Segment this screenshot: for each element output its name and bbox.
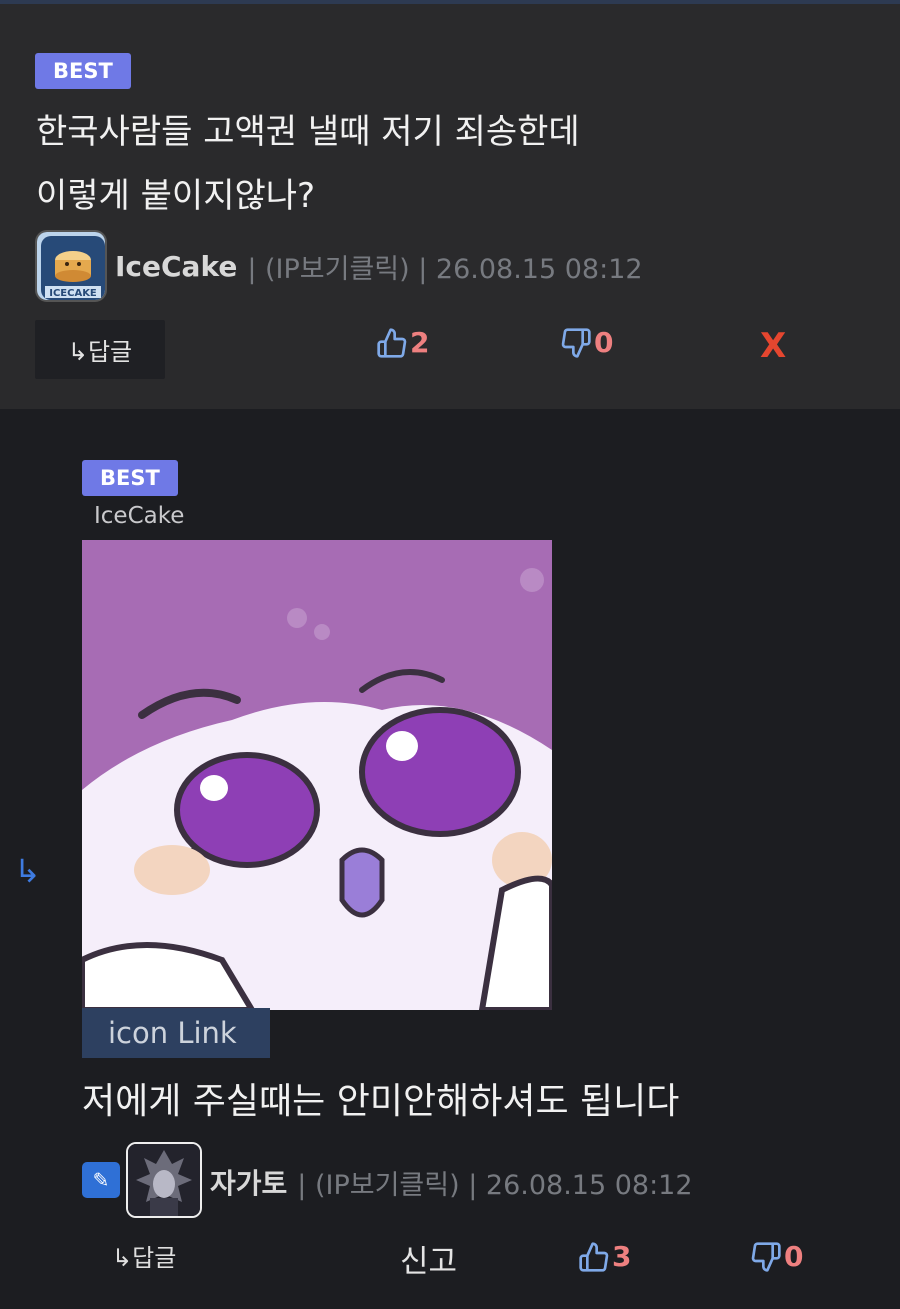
dislike-count: 0 (594, 326, 614, 359)
title-line-2: 이렇게 붙이지않나? (36, 176, 316, 216)
reply-dislike-button[interactable]: 0 (750, 1240, 803, 1273)
report-button[interactable]: 신고 (400, 1236, 457, 1281)
reply-best-badge: BEST (82, 460, 178, 496)
reply-body: 저에게 주실때는 안미안해하셔도 됩니다 (82, 1081, 680, 1122)
icon-link[interactable]: icon Link (82, 1008, 270, 1058)
reply-button[interactable]: ↳답글 (35, 320, 165, 379)
dislike-button[interactable]: 0 (560, 326, 613, 359)
title-line-1: 한국사람들 고액권 낼때 저기 죄송한데 (36, 112, 580, 152)
author-name[interactable]: IceCake (115, 250, 237, 283)
thumbs-up-icon (377, 327, 407, 358)
reply-post-meta: | (IP보기클릭) | 26.08.15 08:12 (297, 1169, 693, 1201)
reply-meta: 자가토 | (IP보기클릭) | 26.08.15 08:12 (210, 1162, 693, 1202)
thumbs-down-icon (561, 327, 591, 358)
thumbs-down-icon (751, 1241, 781, 1272)
reply-dislike-count: 0 (784, 1240, 804, 1273)
edit-pencil-icon[interactable]: ✎ (82, 1162, 120, 1198)
comment-meta: ICECAKE IceCake | (IP보기클릭) | 26.08.15 08… (35, 230, 643, 302)
thumbs-up-icon (579, 1241, 609, 1272)
comment-title: 한국사람들 고액권 낼때 저기 죄송한데 이렇게 붙이지않나? (36, 100, 836, 228)
reply-like-button[interactable]: 3 (578, 1240, 631, 1273)
svg-text:ICECAKE: ICECAKE (49, 288, 97, 299)
reply-to-name: IceCake (94, 503, 185, 529)
reply-author-name[interactable]: 자가토 (210, 1162, 287, 1202)
reply-like-count: 3 (612, 1240, 632, 1273)
reply-arrow-icon: ↳ (14, 852, 41, 890)
best-comment: BEST 한국사람들 고액권 낼때 저기 죄송한데 이렇게 붙이지않나? ICE… (0, 4, 900, 409)
like-button[interactable]: 2 (376, 326, 429, 359)
sticker-image[interactable] (82, 540, 552, 1010)
reply-reply-button[interactable]: ↳답글 (112, 1238, 176, 1273)
reply-avatar[interactable] (126, 1142, 202, 1218)
avatar[interactable]: ICECAKE (35, 230, 107, 302)
like-count: 2 (410, 326, 430, 359)
post-meta: | (IP보기클릭) | 26.08.15 08:12 (247, 253, 643, 285)
close-icon[interactable]: X (760, 326, 786, 366)
best-badge: BEST (35, 53, 131, 89)
